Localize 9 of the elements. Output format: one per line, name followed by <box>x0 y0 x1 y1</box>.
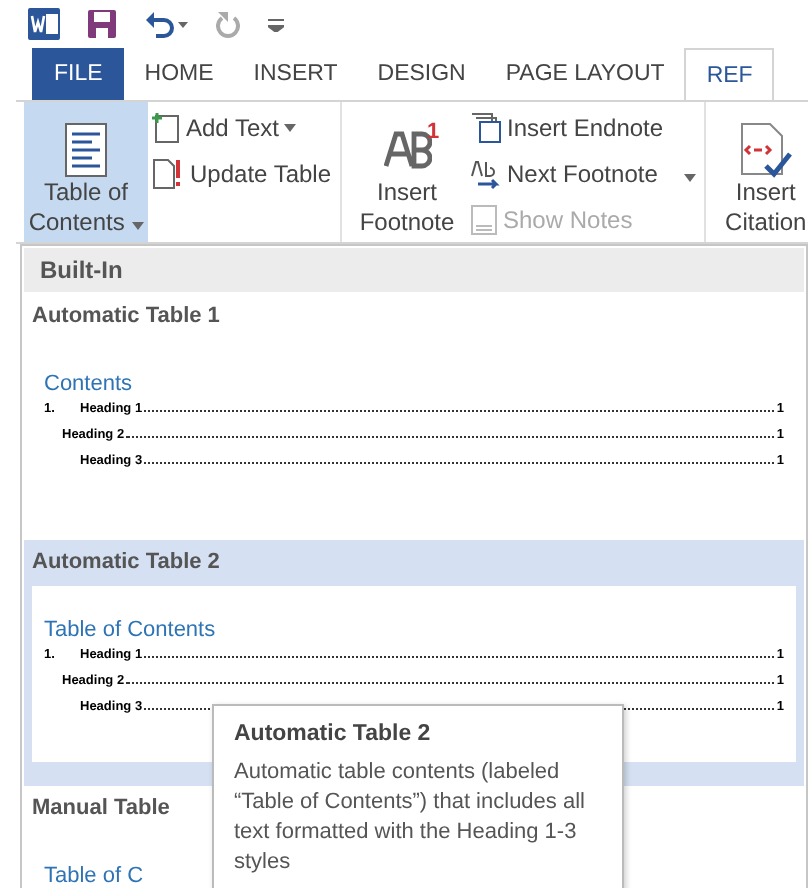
section-header: Built-In <box>24 248 804 292</box>
superscript-number: 1 <box>427 118 440 148</box>
gallery-item-title: Automatic Table 2 <box>32 550 220 574</box>
toc-heading: Table of C <box>44 864 144 888</box>
gallery-item-title: Automatic Table 1 <box>32 304 220 328</box>
toc-heading: Contents <box>44 372 133 396</box>
gallery-item-title: Manual Table <box>32 796 170 820</box>
tooltip-title: Automatic Table 2 <box>234 722 433 746</box>
toc-heading: Table of Contents <box>44 618 216 642</box>
